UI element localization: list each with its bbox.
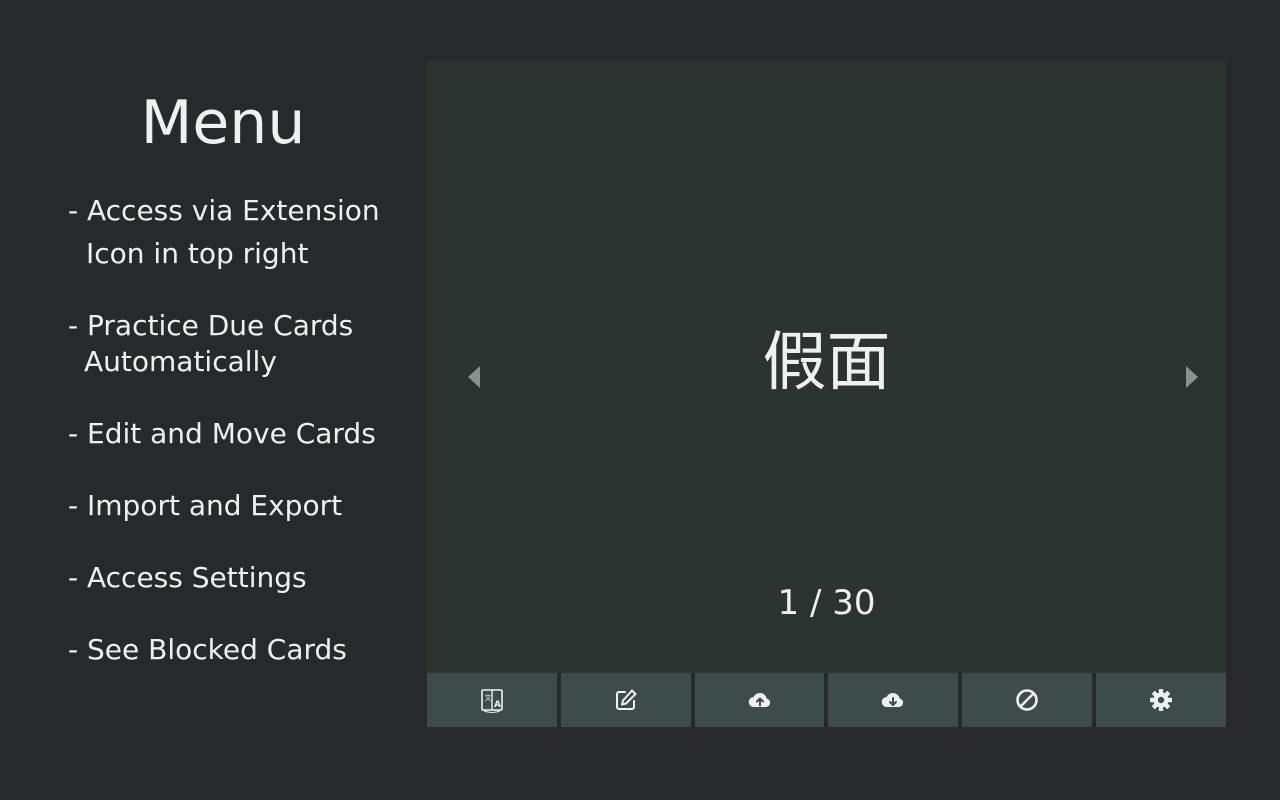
menu-item-line: - Import and Export	[68, 489, 343, 522]
menu-item-line: - Practice Due Cards	[68, 309, 354, 342]
flashcard-viewer: 假面 1 / 30 文 A	[427, 61, 1226, 727]
flashcard[interactable]: 假面 1 / 30	[427, 61, 1226, 672]
menu-item-import-export: - Import and Export	[68, 488, 342, 524]
menu-item-line: - Access via Extension	[68, 194, 380, 227]
caret-right-icon[interactable]	[1186, 366, 1198, 388]
gear-icon	[1150, 689, 1173, 711]
menu-item-line: - Edit and Move Cards	[68, 417, 376, 450]
menu-item-line: - Access Settings	[68, 561, 307, 594]
menu-item-settings: - Access Settings	[68, 560, 307, 596]
menu-item-line: - See Blocked Cards	[68, 633, 347, 666]
svg-text:A: A	[494, 700, 501, 710]
settings-button[interactable]	[1096, 673, 1226, 727]
menu-panel: Menu - Access via Extension Icon in top …	[0, 0, 427, 800]
translate-icon: 文 A	[481, 689, 503, 713]
cloud-upload-icon	[748, 692, 770, 708]
menu-title: Menu	[140, 88, 306, 158]
translate-button[interactable]: 文 A	[427, 673, 557, 727]
edit-button[interactable]	[560, 673, 691, 727]
cloud-download-icon	[882, 692, 904, 708]
page: Menu - Access via Extension Icon in top …	[0, 0, 1280, 800]
menu-item-practice-due: - Practice Due Cards Automatically	[68, 308, 353, 380]
blocked-cards-button[interactable]	[962, 673, 1093, 727]
card-counter: 1 / 30	[777, 583, 876, 623]
block-icon	[1016, 689, 1039, 711]
download-button[interactable]	[828, 673, 959, 727]
card-text: 假面	[762, 326, 891, 400]
menu-item-edit-move: - Edit and Move Cards	[68, 416, 376, 452]
svg-text:文: 文	[484, 693, 491, 702]
toolbar: 文 A	[427, 673, 1226, 727]
menu-item-extension-access: - Access via Extension Icon in top right	[68, 193, 380, 272]
menu-item-continuation: Automatically	[84, 345, 277, 378]
menu-item-continuation: Icon in top right	[86, 237, 309, 270]
edit-icon	[615, 689, 637, 710]
upload-button[interactable]	[694, 673, 825, 727]
menu-item-blocked-cards: - See Blocked Cards	[68, 632, 347, 668]
